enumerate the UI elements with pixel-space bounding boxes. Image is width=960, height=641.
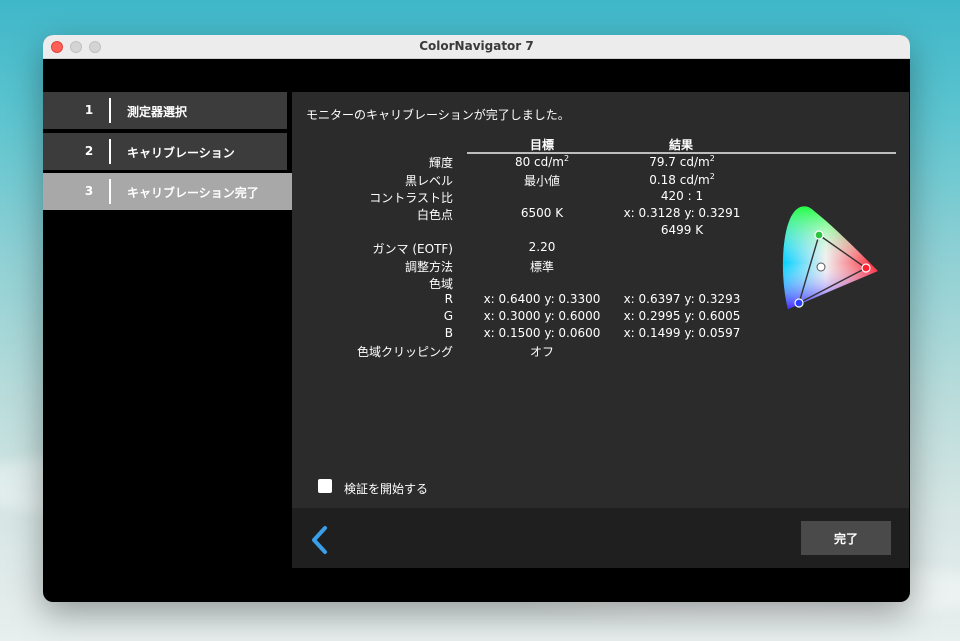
result-value: 79.7 cd/m2 (649, 154, 715, 169)
target-value: 標準 (529, 260, 554, 274)
row-label: 輝度 (428, 156, 453, 170)
result-value: 0.18 cd/m2 (649, 172, 715, 187)
step-label: キャリブレーション完了 (127, 186, 259, 200)
verify-checkbox-label[interactable]: 検証を開始する (344, 480, 428, 497)
result-value: x: 0.1499 y: 0.0597 (623, 326, 741, 340)
row-label: ガンマ (EOTF) (372, 242, 453, 256)
target-value: 80 cd/m2 (514, 154, 570, 169)
row-label: 色域クリッピング (356, 345, 453, 359)
result-value: x: 0.3128 y: 0.3291 (623, 206, 741, 220)
result-value: x: 0.6397 y: 0.3293 (623, 292, 741, 306)
row-label: R (444, 292, 453, 306)
target-value: オフ (529, 345, 554, 359)
panel-heading: モニターのキャリブレーションが完了しました。 (306, 108, 570, 122)
step-label: キャリブレーション (127, 146, 235, 160)
step-item-device[interactable]: 1 測定器選択 (43, 92, 287, 129)
step-divider (109, 179, 111, 204)
blue-primary-marker (794, 298, 804, 308)
target-value: 6500 K (520, 206, 564, 220)
column-header-target: 目標 (529, 138, 554, 152)
verify-checkbox[interactable] (318, 479, 332, 493)
column-header-result: 結果 (668, 138, 693, 152)
step-label: 測定器選択 (127, 105, 188, 119)
row-label: G (443, 309, 453, 323)
result-value: 6499 K (660, 223, 704, 237)
window-title: ColorNavigator 7 (419, 39, 534, 53)
step-item-complete[interactable]: 3 キャリブレーション完了 (43, 173, 292, 210)
target-value: x: 0.3000 y: 0.6000 (483, 309, 601, 323)
row-label: B (444, 326, 453, 340)
step-number: 2 (84, 144, 94, 158)
step-number: 1 (84, 103, 94, 117)
target-value: x: 0.1500 y: 0.0600 (483, 326, 601, 340)
target-value: 最小値 (523, 174, 560, 188)
row-label: 色域 (428, 277, 453, 291)
target-value: x: 0.6400 y: 0.3300 (483, 292, 601, 306)
row-label: 調整方法 (404, 260, 453, 274)
row-label: 黒レベル (404, 174, 453, 188)
step-divider (109, 139, 111, 164)
step-number: 3 (84, 184, 94, 198)
result-value: x: 0.2995 y: 0.6005 (623, 309, 741, 323)
row-label: 白色点 (416, 208, 453, 222)
green-primary-marker (814, 230, 824, 240)
white-point-marker (816, 262, 826, 272)
step-divider (109, 98, 111, 123)
row-label: コントラスト比 (369, 191, 453, 205)
app-window: ColorNavigator 7 1 測定器選択 2 キャリブレーション 3 キ… (43, 35, 910, 602)
back-arrow-icon[interactable] (308, 524, 332, 556)
gamut-chart-icon (782, 206, 878, 309)
results-panel: モニターのキャリブレーションが完了しました。 目標 結果 輝度 80 cd/m2… (292, 92, 909, 568)
result-value: 420 : 1 (660, 189, 704, 203)
step-item-calibration[interactable]: 2 キャリブレーション (43, 133, 287, 170)
footer-bar: 完了 (292, 508, 909, 568)
target-value: 2.20 (528, 240, 556, 254)
red-primary-marker (861, 263, 871, 273)
title-bar: ColorNavigator 7 (43, 35, 910, 59)
done-button[interactable]: 完了 (801, 521, 891, 555)
